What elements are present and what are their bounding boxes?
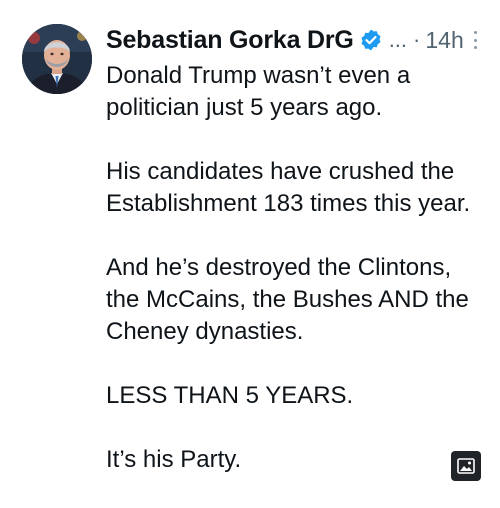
author-name[interactable]: Sebastian Gorka DrG (106, 26, 354, 55)
more-vertical-icon[interactable] (468, 28, 482, 52)
tweet-paragraph: And he’s destroyed the Clintons, the McC… (106, 252, 486, 348)
tweet-header: Sebastian Gorka DrG ... · 14h (106, 23, 464, 57)
tweet-line: It’s his Party. (106, 446, 242, 473)
tweet-line: Establishment 183 times this year. (106, 190, 471, 217)
tweet-line: the McCains, the Bushes AND the (106, 286, 469, 313)
avatar-image (22, 24, 92, 94)
verified-badge-icon (359, 28, 383, 52)
tweet-line: politician just 5 years ago. (106, 94, 383, 121)
tweet-paragraph: Donald Trump wasn’t even a politician ju… (106, 60, 486, 124)
tweet-line: Donald Trump wasn’t even a (106, 62, 411, 89)
tweet-line: Cheney dynasties. (106, 318, 304, 345)
tweet-line: And he’s destroyed the Clintons, (106, 254, 452, 281)
avatar[interactable] (22, 24, 92, 94)
image-icon[interactable] (451, 451, 481, 481)
tweet-card[interactable]: Sebastian Gorka DrG ... · 14h Donald Tru… (0, 0, 500, 489)
tweet-timestamp[interactable]: 14h (425, 27, 463, 54)
tweet-text: Donald Trump wasn’t even a politician ju… (106, 60, 486, 508)
tweet-line: LESS THAN 5 YEARS. (106, 382, 354, 409)
tweet-paragraph: LESS THAN 5 YEARS. (106, 380, 486, 412)
tweet-line: His candidates have crushed the (106, 158, 455, 185)
author-handle[interactable]: ... (389, 27, 407, 53)
separator-dot: · (413, 27, 421, 52)
tweet-paragraph: It’s his Party. (106, 444, 486, 476)
tweet-paragraph: His candidates have crushed the Establis… (106, 156, 486, 220)
